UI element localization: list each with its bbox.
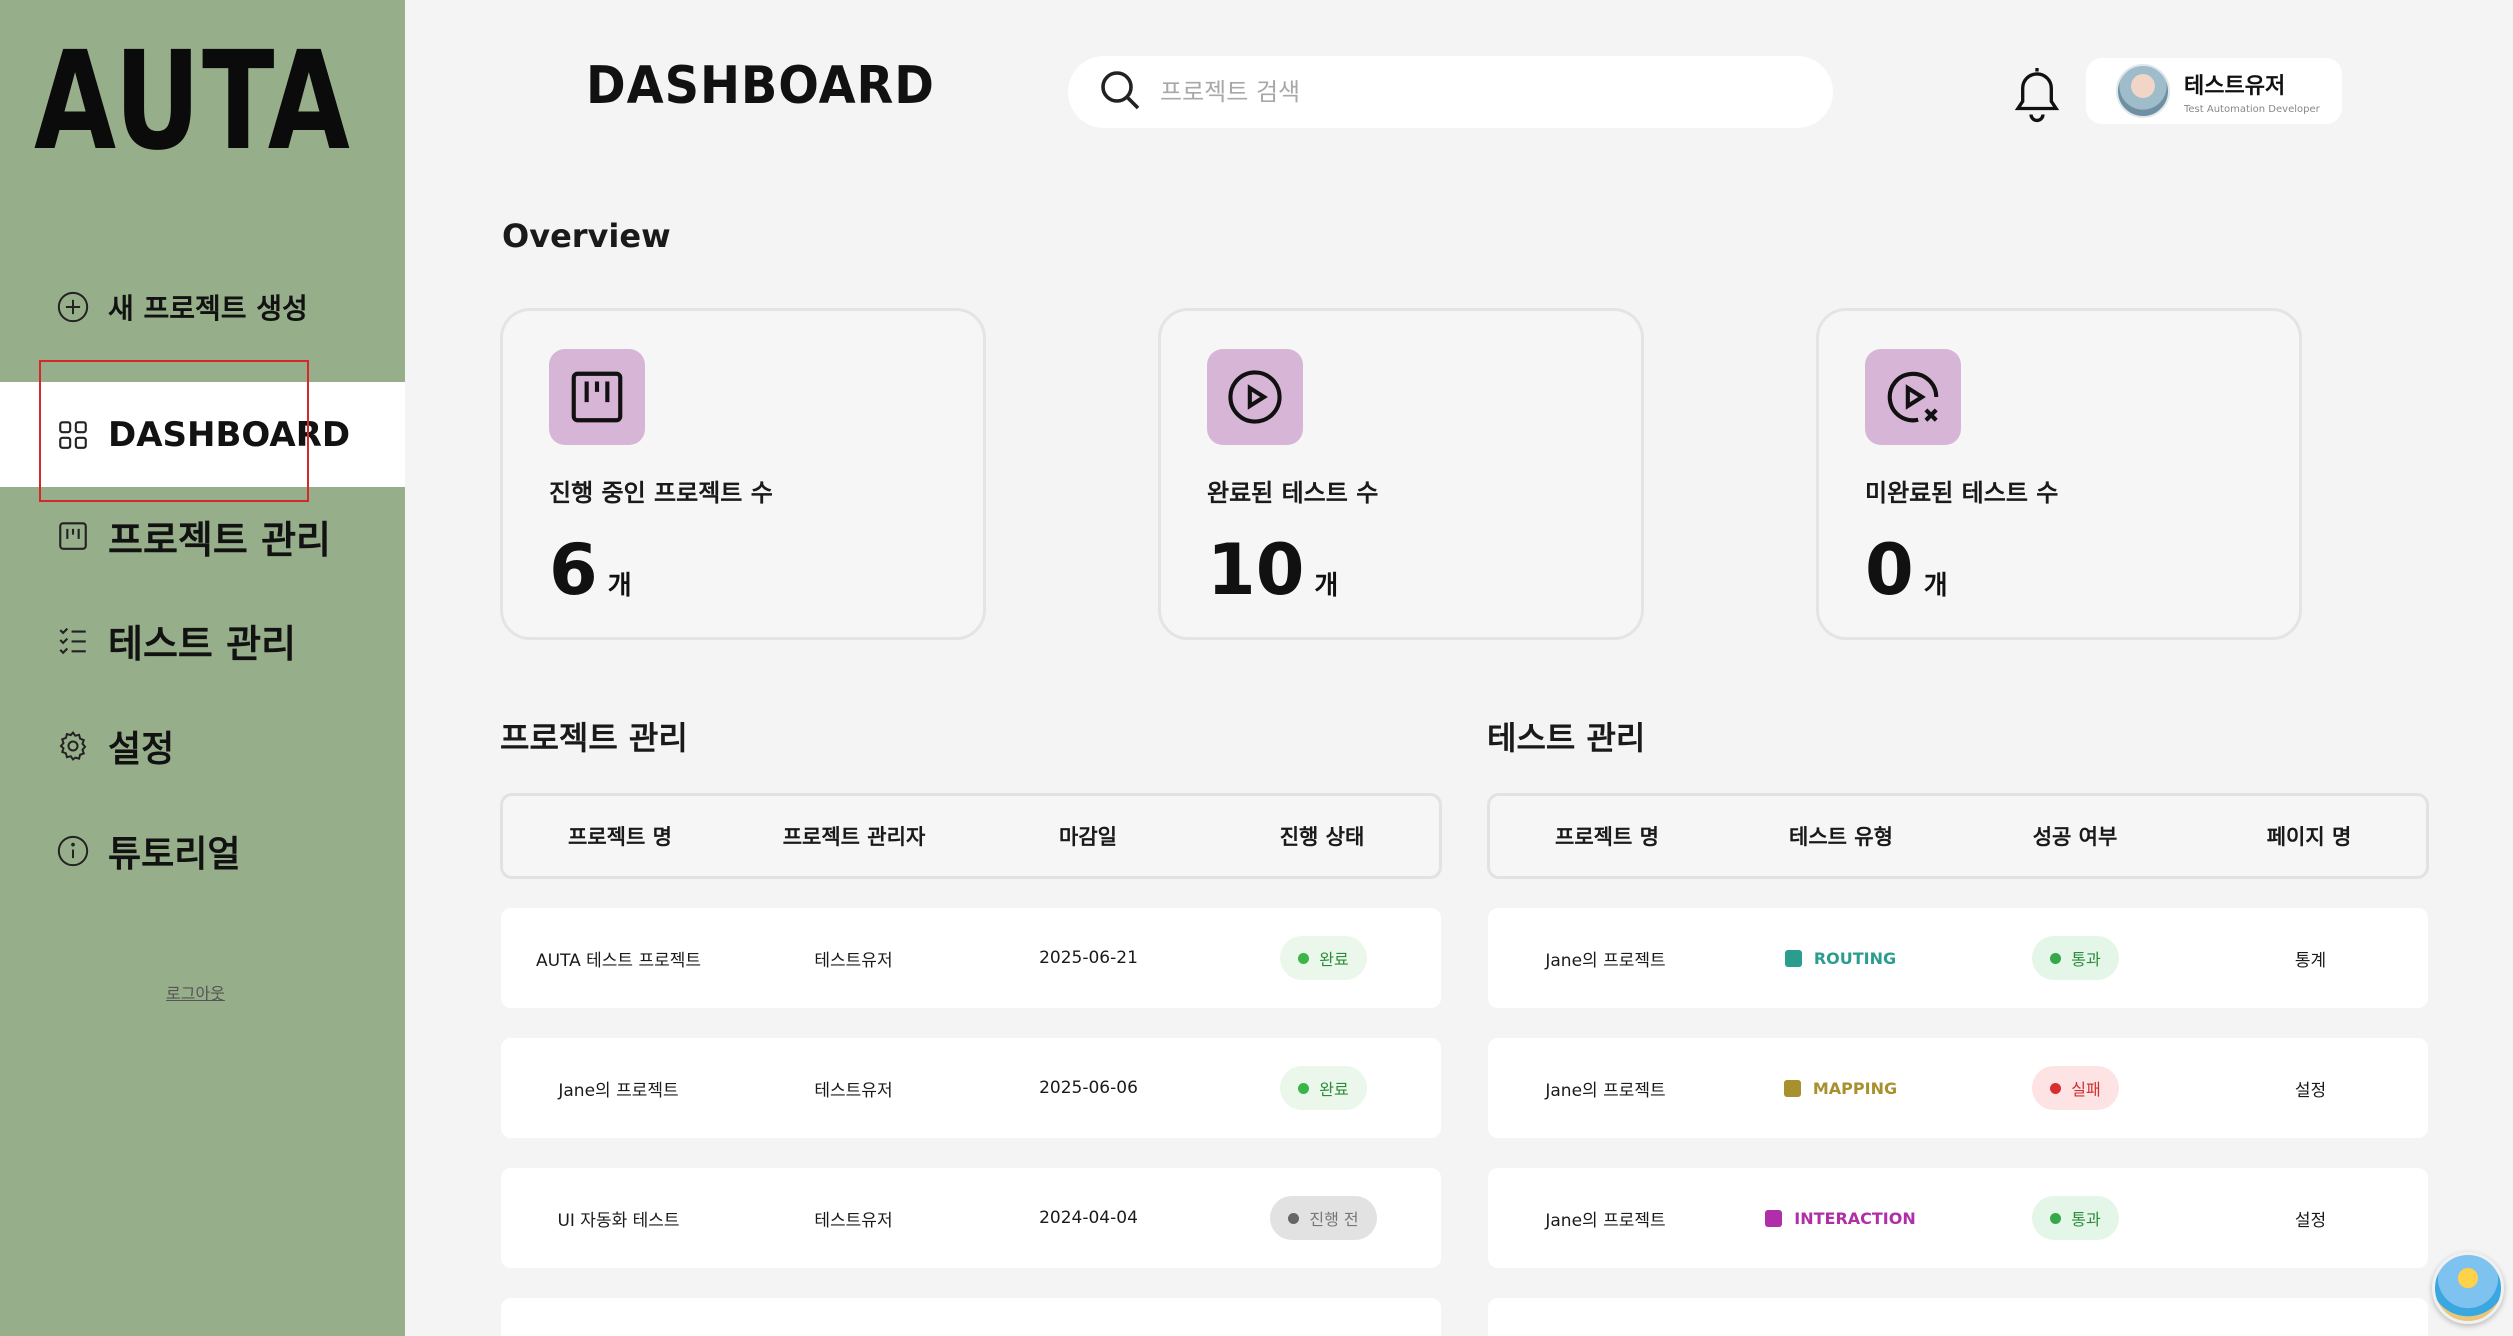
gear-icon — [56, 729, 90, 763]
table-row[interactable]: Jane의 프로젝트 ROUTING 통과 통계 — [1488, 908, 2428, 1008]
status-badge: 완료 — [1280, 1066, 1367, 1110]
result-badge: 실패 — [2032, 1066, 2119, 1110]
column-header: 프로젝트 명 — [1555, 825, 1659, 849]
table-row[interactable] — [501, 1298, 1441, 1336]
sidebar-item-new-project[interactable]: 새 프로젝트 생성 — [0, 282, 405, 332]
column-header: 프로젝트 명 — [568, 825, 672, 849]
table-row[interactable] — [1488, 1298, 2428, 1336]
app-logo[interactable]: AUTA — [34, 34, 351, 170]
project-name: AUTA 테스트 프로젝트 — [535, 950, 702, 971]
grid-icon — [56, 418, 90, 452]
user-profile[interactable]: 테스트유저 Test Automation Developer — [2086, 58, 2342, 124]
stat-value: 10 — [1207, 529, 1305, 611]
sidebar-item-label: DASHBOARD — [108, 414, 351, 455]
table-row[interactable]: Jane의 프로젝트 테스트유저 2025-06-06 완료 — [501, 1038, 1441, 1138]
avatar — [2116, 64, 2170, 118]
project-name: Jane의 프로젝트 — [558, 1080, 679, 1101]
stat-unit: 개 — [1314, 571, 1339, 601]
test-type: INTERACTION — [1765, 1209, 1916, 1228]
search-input[interactable] — [1160, 78, 1800, 106]
column-header: 테스트 유형 — [1789, 825, 1893, 849]
test-project-name: Jane의 프로젝트 — [1545, 1210, 1666, 1231]
sidebar-item-label: 새 프로젝트 생성 — [108, 292, 308, 325]
project-deadline: 2025-06-06 — [1039, 1078, 1138, 1098]
status-badge: 완료 — [1280, 936, 1367, 980]
page-title: DASHBOARD — [586, 56, 935, 116]
project-name: UI 자동화 테스트 — [557, 1210, 680, 1231]
stat-label: 진행 중인 프로젝트 수 — [549, 479, 773, 507]
sidebar-item-settings[interactable]: 설정 — [0, 718, 405, 774]
stat-value: 6 — [549, 529, 598, 611]
plus-circle-icon — [56, 290, 90, 324]
play-x-icon — [1865, 349, 1961, 445]
table-row[interactable]: Jane의 프로젝트 MAPPING 실패 설정 — [1488, 1038, 2428, 1138]
sidebar-item-test-manage[interactable]: 테스트 관리 — [0, 612, 405, 668]
page-name: 통계 — [2294, 950, 2327, 971]
sidebar-item-label: 튜토리얼 — [108, 834, 241, 875]
table-row[interactable]: Jane의 프로젝트 INTERACTION 통과 설정 — [1488, 1168, 2428, 1268]
test-project-name: Jane의 프로젝트 — [1545, 950, 1666, 971]
column-header: 프로젝트 관리자 — [782, 825, 926, 849]
page-name: 설정 — [2294, 1210, 2327, 1231]
sidebar-item-label: 테스트 관리 — [108, 621, 297, 666]
column-header: 페이지 명 — [2266, 825, 2352, 849]
table-row[interactable]: UI 자동화 테스트 테스트유저 2024-04-04 진행 전 — [501, 1168, 1441, 1268]
project-deadline: 2025-06-21 — [1039, 948, 1138, 968]
user-role: Test Automation Developer — [2184, 103, 2320, 115]
stat-card-incomplete-tests: 미완료된 테스트 수 0 개 — [1816, 308, 2302, 640]
sidebar-item-dashboard[interactable]: DASHBOARD — [0, 382, 405, 487]
sidebar: AUTA 새 프로젝트 생성 DASHBOARD 프로젝트 관리 테스트 관리 … — [0, 0, 405, 1336]
stat-unit: 개 — [1923, 571, 1948, 601]
info-icon — [56, 834, 90, 868]
stat-label: 미완료된 테스트 수 — [1865, 479, 2059, 507]
kanban-icon — [549, 349, 645, 445]
test-table-header: 프로젝트 명 테스트 유형 성공 여부 페이지 명 — [1487, 793, 2429, 879]
overview-title: Overview — [502, 217, 671, 255]
test-section-title: 테스트 관리 — [1487, 719, 1646, 757]
checklist-icon — [56, 623, 90, 657]
sidebar-item-label: 프로젝트 관리 — [108, 517, 331, 562]
stat-unit: 개 — [607, 571, 632, 601]
kanban-icon — [56, 519, 90, 553]
logout-link[interactable]: 로그아웃 — [166, 980, 225, 1004]
status-badge: 진행 전 — [1270, 1196, 1377, 1240]
column-header: 진행 상태 — [1279, 825, 1365, 849]
page-name: 설정 — [2294, 1080, 2327, 1101]
assistant-bubble-icon[interactable] — [2432, 1252, 2504, 1324]
stat-card-completed-tests: 완료된 테스트 수 10 개 — [1158, 308, 1644, 640]
search-bar[interactable] — [1068, 56, 1833, 128]
sidebar-item-tutorial[interactable]: 튜토리얼 — [0, 823, 405, 879]
result-badge: 통과 — [2032, 936, 2119, 980]
project-manager: 테스트유저 — [814, 1080, 893, 1101]
stat-card-ongoing-projects: 진행 중인 프로젝트 수 6 개 — [500, 308, 986, 640]
table-row[interactable]: AUTA 테스트 프로젝트 테스트유저 2025-06-21 완료 — [501, 908, 1441, 1008]
project-manager: 테스트유저 — [814, 1210, 893, 1231]
project-table-header: 프로젝트 명 프로젝트 관리자 마감일 진행 상태 — [500, 793, 1442, 879]
project-manager: 테스트유저 — [814, 950, 893, 971]
test-type: ROUTING — [1784, 949, 1896, 968]
test-type: MAPPING — [1783, 1079, 1897, 1098]
stat-label: 완료된 테스트 수 — [1207, 479, 1379, 507]
project-section-title: 프로젝트 관리 — [500, 719, 688, 757]
play-circle-icon — [1207, 349, 1303, 445]
test-project-name: Jane의 프로젝트 — [1545, 1080, 1666, 1101]
column-header: 마감일 — [1059, 825, 1117, 849]
stat-value: 0 — [1865, 529, 1914, 611]
column-header: 성공 여부 — [2032, 825, 2118, 849]
sidebar-item-label: 설정 — [108, 729, 175, 770]
project-deadline: 2024-04-04 — [1039, 1208, 1138, 1228]
search-icon — [1096, 66, 1144, 118]
bell-icon[interactable] — [2008, 62, 2066, 124]
result-badge: 통과 — [2032, 1196, 2119, 1240]
user-name: 테스트유저 — [2184, 73, 2286, 99]
sidebar-item-project-manage[interactable]: 프로젝트 관리 — [0, 508, 405, 564]
